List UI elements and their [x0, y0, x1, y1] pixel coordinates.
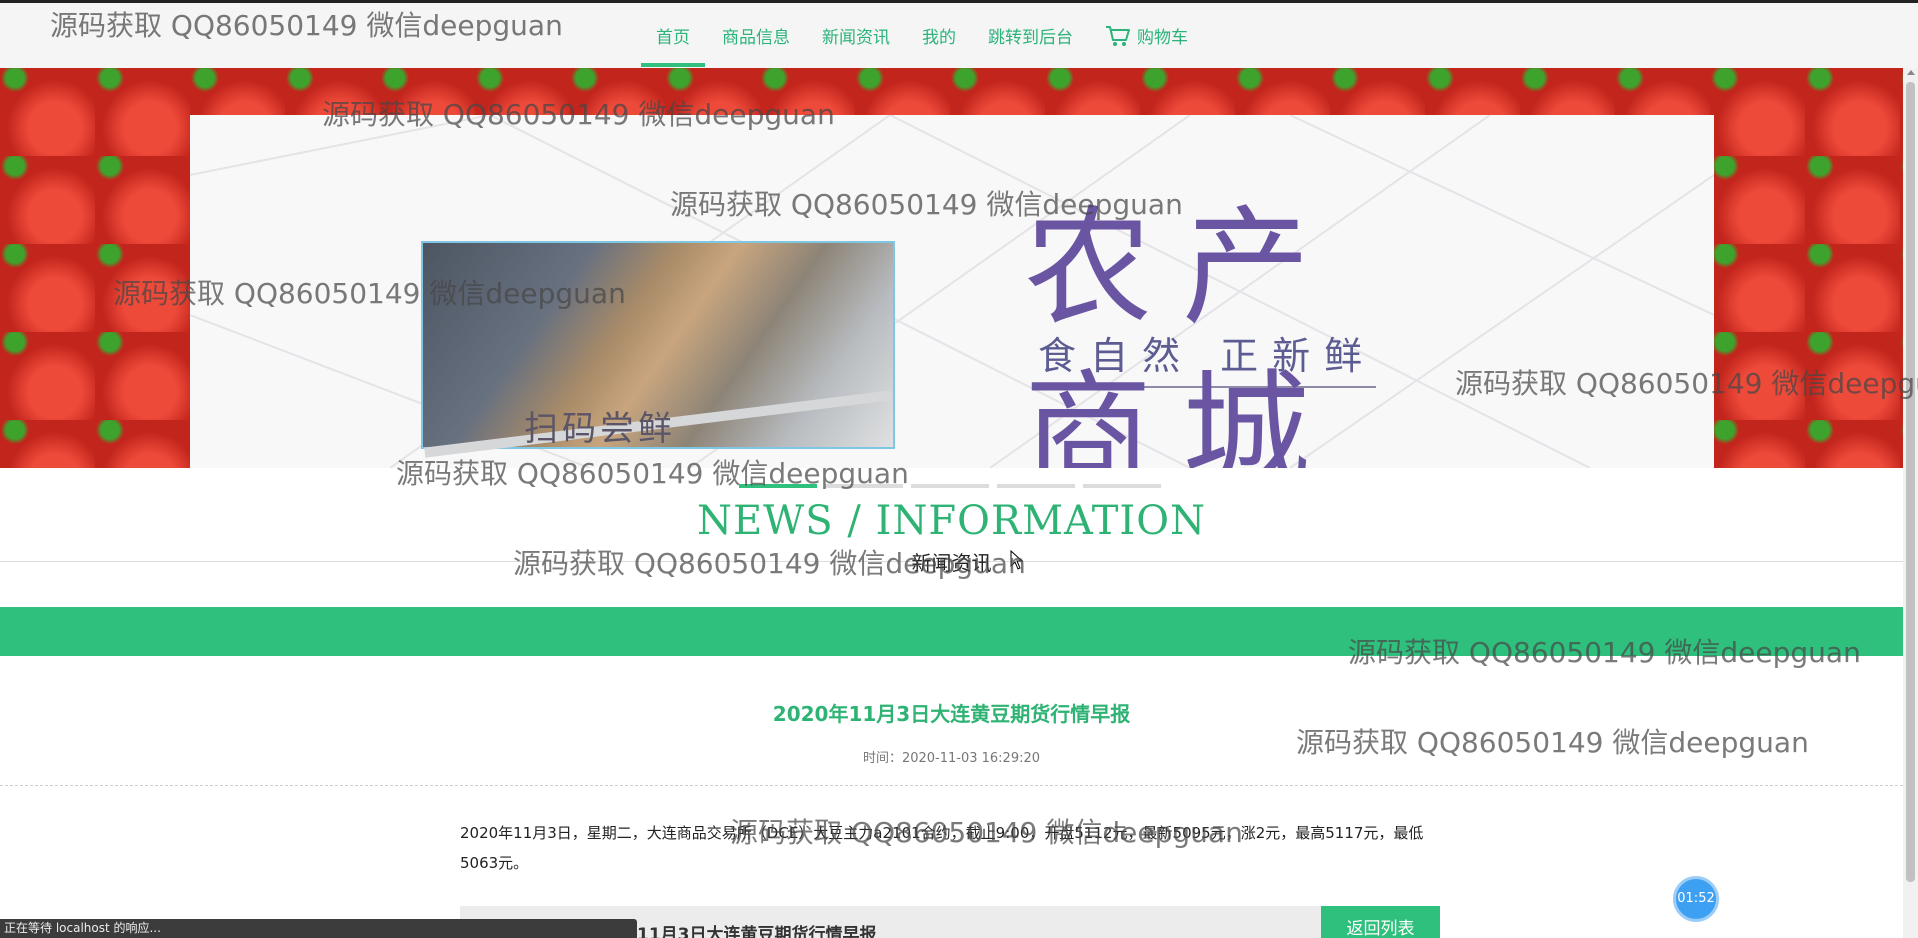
carousel-dot[interactable] — [739, 484, 817, 488]
nav-home-label: 首页 — [656, 28, 690, 48]
article-divider — [0, 785, 1903, 786]
banner-panel: 扫码尝鲜 农产 食自然 正新鲜 商城 — [190, 115, 1714, 468]
banner-title-line1: 农产 — [1024, 194, 1341, 343]
article-time: 时间：2020-11-03 16:29:20 — [862, 751, 1041, 766]
carousel-dots — [739, 484, 1169, 488]
nav-news[interactable]: 新闻资讯 — [806, 3, 906, 68]
nav-admin-label: 跳转到后台 — [988, 28, 1073, 48]
carousel-dot[interactable] — [911, 484, 989, 488]
carousel-dot[interactable] — [1083, 484, 1161, 488]
nav-products-label: 商品信息 — [722, 28, 790, 48]
banner-decoration — [190, 115, 1714, 468]
section-title: NEWS / INFORMATION — [696, 498, 1206, 544]
nav-cart[interactable]: 购物车 — [1089, 3, 1204, 68]
status-bar: 正在等待 localhost 的响应... — [0, 919, 637, 938]
nav-mine[interactable]: 我的 — [906, 3, 972, 68]
article-body: 2020年11月3日，星期二，大连商品交易所（DCE）大豆主力a2101合约，截… — [460, 824, 1424, 872]
qr-label: 扫码尝鲜 — [524, 409, 676, 449]
article-title: 2020年11月3日大连黄豆期货行情早报 — [772, 702, 1131, 726]
scrollbar-thumb[interactable] — [1906, 82, 1915, 882]
nav-news-label: 新闻资讯 — [822, 28, 890, 48]
section-subtitle: 新闻资讯 — [911, 551, 992, 575]
nav-mine-label: 我的 — [922, 28, 956, 48]
nav-admin[interactable]: 跳转到后台 — [972, 3, 1089, 68]
nav-cart-label: 购物车 — [1137, 28, 1188, 48]
cart-icon — [1106, 25, 1130, 46]
bottom-title: 年11月3日大连黄豆期货行情早报 — [620, 925, 877, 938]
back-to-list-button[interactable]: 返回列表 — [1321, 906, 1440, 938]
mouse-cursor-icon — [1010, 550, 1024, 570]
navbar: 首页 商品信息 新闻资讯 我的 跳转到后台 购物车 — [0, 3, 1918, 68]
carousel-dot[interactable] — [825, 484, 903, 488]
scroll-up-arrow-icon[interactable] — [1907, 70, 1915, 75]
main-nav: 首页 商品信息 新闻资讯 我的 跳转到后台 购物车 — [640, 3, 1204, 68]
timer-badge[interactable]: 01:52 — [1673, 876, 1719, 922]
nav-products[interactable]: 商品信息 — [706, 3, 806, 68]
banner-carousel[interactable]: 扫码尝鲜 农产 食自然 正新鲜 商城 — [0, 68, 1903, 468]
nav-home[interactable]: 首页 — [640, 3, 706, 68]
carousel-dot[interactable] — [997, 484, 1075, 488]
banner-title-line2: 商城 — [1024, 358, 1341, 469]
green-band — [0, 607, 1903, 656]
